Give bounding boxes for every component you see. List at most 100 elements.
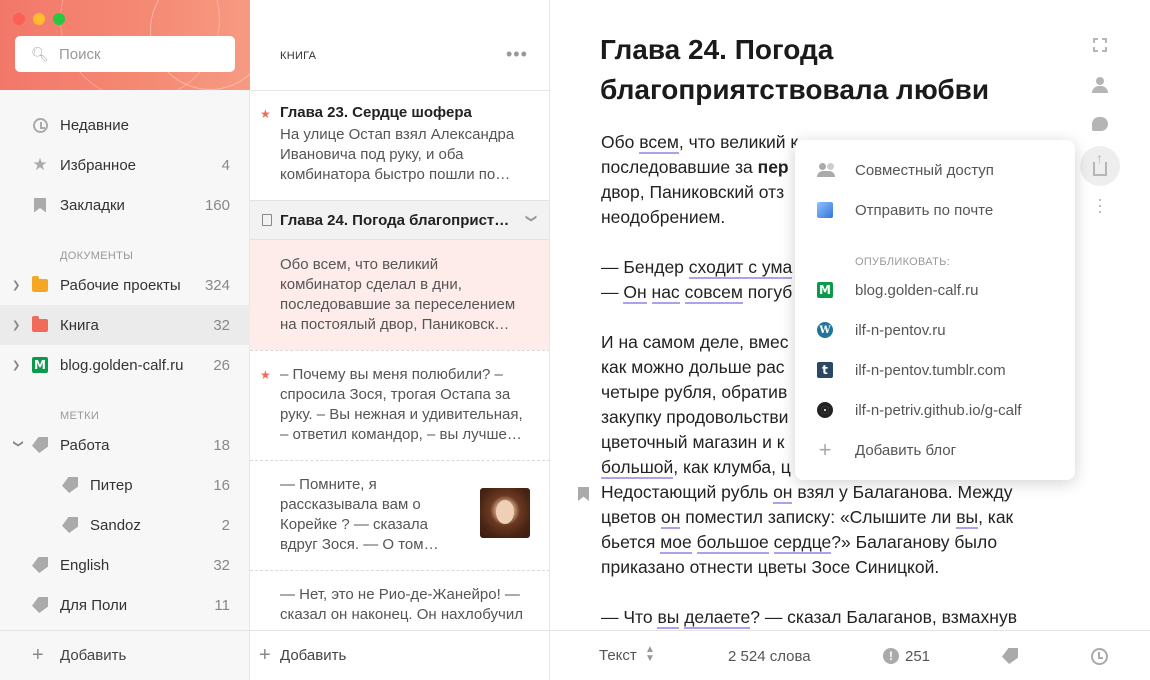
sidebar-item-label: Рабочие проекты <box>60 276 181 294</box>
sidebar-add-button[interactable]: + Добавить <box>0 630 250 680</box>
note-item[interactable]: ★ – Почему вы меня полюбили? – спросила … <box>250 351 549 460</box>
sidebar-item-label: Закладки <box>60 196 125 214</box>
sidebar-item-count: 18 <box>213 436 230 454</box>
sidebar-item-count: 16 <box>213 476 230 494</box>
note-list: КНИГА ••• ★ Глава 23. Сердце шофера На у… <box>250 0 550 680</box>
menu-item-label: blog.golden-calf.ru <box>855 281 979 299</box>
comment-icon[interactable] <box>1085 109 1115 139</box>
publish-blog-item[interactable]: M blog.golden-calf.ru <box>795 270 1075 310</box>
sidebar-item-book[interactable]: ❯ Книга 32 <box>0 305 250 345</box>
tag-icon <box>62 517 78 533</box>
chevron-down-icon[interactable]: ❯ <box>525 214 538 223</box>
chevron-right-icon[interactable]: ❯ <box>12 280 24 291</box>
tags-section-header: МЕТКИ <box>60 410 100 422</box>
github-icon <box>817 402 833 418</box>
plus-icon: + <box>259 644 271 666</box>
sidebar-item-label: Питер <box>90 476 133 494</box>
more-options-icon[interactable]: ••• <box>506 44 528 65</box>
tag-icon <box>32 597 48 613</box>
menu-item-label: ilf-n-pentov.tumblr.com <box>855 361 1006 379</box>
add-label: Добавить <box>60 647 127 664</box>
sidebar-tag-piter[interactable]: Питер 16 <box>0 465 250 505</box>
sidebar-tag-sandoz[interactable]: Sandoz 2 <box>0 505 250 545</box>
window-maximize-button[interactable] <box>53 13 65 25</box>
sidebar-item-bookmarks[interactable]: Закладки 160 <box>0 185 250 225</box>
menu-item-label: ilf-n-pentov.ru <box>855 321 946 339</box>
note-item[interactable]: — Нет, это не Рио-де-Жанейро! — сказал о… <box>250 571 549 631</box>
more-vertical-icon[interactable]: · · · <box>1085 190 1115 220</box>
share-icon[interactable] <box>1085 150 1115 181</box>
sidebar-item-label: Книга <box>60 316 99 334</box>
tag-icon[interactable] <box>1002 648 1018 664</box>
sidebar-tag-english[interactable]: English 32 <box>0 545 250 585</box>
word-count: 2 524 слова <box>728 648 811 665</box>
publish-blog-item[interactable]: W ilf-n-pentov.ru <box>795 310 1075 350</box>
person-icon[interactable] <box>1085 70 1115 100</box>
sidebar-item-count: 324 <box>204 276 230 294</box>
updown-chevron-icon[interactable]: ▲ ▼ <box>645 645 655 664</box>
sidebar-item-work-projects[interactable]: ❯ Рабочие проекты 324 <box>0 265 250 305</box>
add-blog-item[interactable]: + Добавить блог <box>795 430 1075 470</box>
warning-count[interactable]: 251 <box>905 648 930 665</box>
chevron-right-icon[interactable]: ❯ <box>12 320 24 331</box>
tag-icon <box>62 477 78 493</box>
folder-icon <box>32 315 48 333</box>
history-icon[interactable] <box>1091 648 1108 665</box>
publish-section-header: ОПУБЛИКОВАТЬ: <box>855 256 950 268</box>
search-input[interactable] <box>59 45 229 63</box>
sidebar-item-recent[interactable]: Недавние <box>0 105 250 145</box>
note-item[interactable]: Обо всем, что великий комбинатор сделал … <box>250 240 549 350</box>
note-snippet: – Почему вы меня полюбили? – спросила Зо… <box>280 366 523 443</box>
share-email-item[interactable]: Отправить по почте <box>795 190 1075 230</box>
paragraph-bookmark-icon[interactable] <box>578 487 589 501</box>
editor-status-bar: Текст ▲ ▼ 2 524 слова ! 251 <box>550 630 1150 680</box>
warning-icon[interactable]: ! <box>883 648 899 664</box>
note-item[interactable]: ★ Глава 23. Сердце шофера На улице Остап… <box>250 92 549 200</box>
sidebar-item-blog[interactable]: ❯ M blog.golden-calf.ru 26 <box>0 345 250 385</box>
sidebar-item-favorites[interactable]: ★ Избранное 4 <box>0 145 250 185</box>
plus-icon: + <box>818 437 832 462</box>
search-box[interactable]: 🔍︎ <box>15 36 235 72</box>
sidebar-item-count: 4 <box>221 156 230 174</box>
folder-icon <box>32 275 48 293</box>
sidebar-tag-work[interactable]: ❯ Работа 18 <box>0 425 250 465</box>
document-title[interactable]: Глава 24. Погода благоприятствовала любв… <box>600 30 1060 110</box>
share-collaborate-item[interactable]: Совместный доступ <box>795 150 1075 190</box>
sidebar: 🔍︎ Недавние ★ Избранное 4 Закладки 160 Д… <box>0 0 250 680</box>
publish-blog-item[interactable]: t ilf-n-pentov.tumblr.com <box>795 350 1075 390</box>
tag-icon <box>32 437 48 453</box>
note-snippet: — Нет, это не Рио-де-Жанейро! — сказал о… <box>280 586 523 623</box>
tag-icon <box>32 557 48 573</box>
text-mode-select[interactable]: Текст <box>599 647 637 664</box>
sidebar-item-label: Недавние <box>60 116 129 134</box>
share-popover: Совместный доступ Отправить по почте ОПУ… <box>795 140 1075 480</box>
note-snippet: На улице Остап взял Александра Ивановича… <box>280 126 515 183</box>
sidebar-item-count: 26 <box>213 356 230 374</box>
documents-section-header: ДОКУМЕНТЫ <box>60 250 134 262</box>
note-item-selected-title[interactable]: Глава 24. Погода благоприст… ❯ <box>250 201 549 239</box>
window-minimize-button[interactable] <box>33 13 45 25</box>
menu-item-label: ilf-n-petriv.github.io/g-calf <box>855 401 1022 419</box>
sidebar-item-label: Sandoz <box>90 516 141 534</box>
note-title: Глава 23. Сердце шофера <box>280 104 472 121</box>
sidebar-header: 🔍︎ <box>0 0 250 90</box>
sidebar-tag-for-poli[interactable]: Для Поли 11 <box>0 585 250 625</box>
people-icon <box>817 162 835 178</box>
note-snippet: Обо всем, что великий комбинатор сделал … <box>280 256 516 333</box>
window-close-button[interactable] <box>13 13 25 25</box>
chevron-right-icon[interactable]: ❯ <box>12 360 24 371</box>
note-snippet: — Помните, я рассказывала вам о Корейке … <box>280 476 439 553</box>
sidebar-item-count: 32 <box>213 316 230 334</box>
bookmark-icon <box>32 197 48 213</box>
publish-blog-item[interactable]: ilf-n-petriv.github.io/g-calf <box>795 390 1075 430</box>
medium-icon: M <box>817 282 833 298</box>
chevron-down-icon[interactable]: ❯ <box>13 439 24 451</box>
sidebar-item-label: Для Поли <box>60 596 128 614</box>
note-thumbnail-image <box>480 488 530 538</box>
star-icon: ★ <box>32 155 48 174</box>
sidebar-item-count: 11 <box>214 596 230 614</box>
sidebar-item-label: blog.golden-calf.ru <box>60 356 184 374</box>
fullscreen-icon[interactable] <box>1085 30 1115 60</box>
note-list-add-button[interactable]: + Добавить <box>250 630 549 680</box>
search-icon: 🔍︎ <box>31 45 49 62</box>
